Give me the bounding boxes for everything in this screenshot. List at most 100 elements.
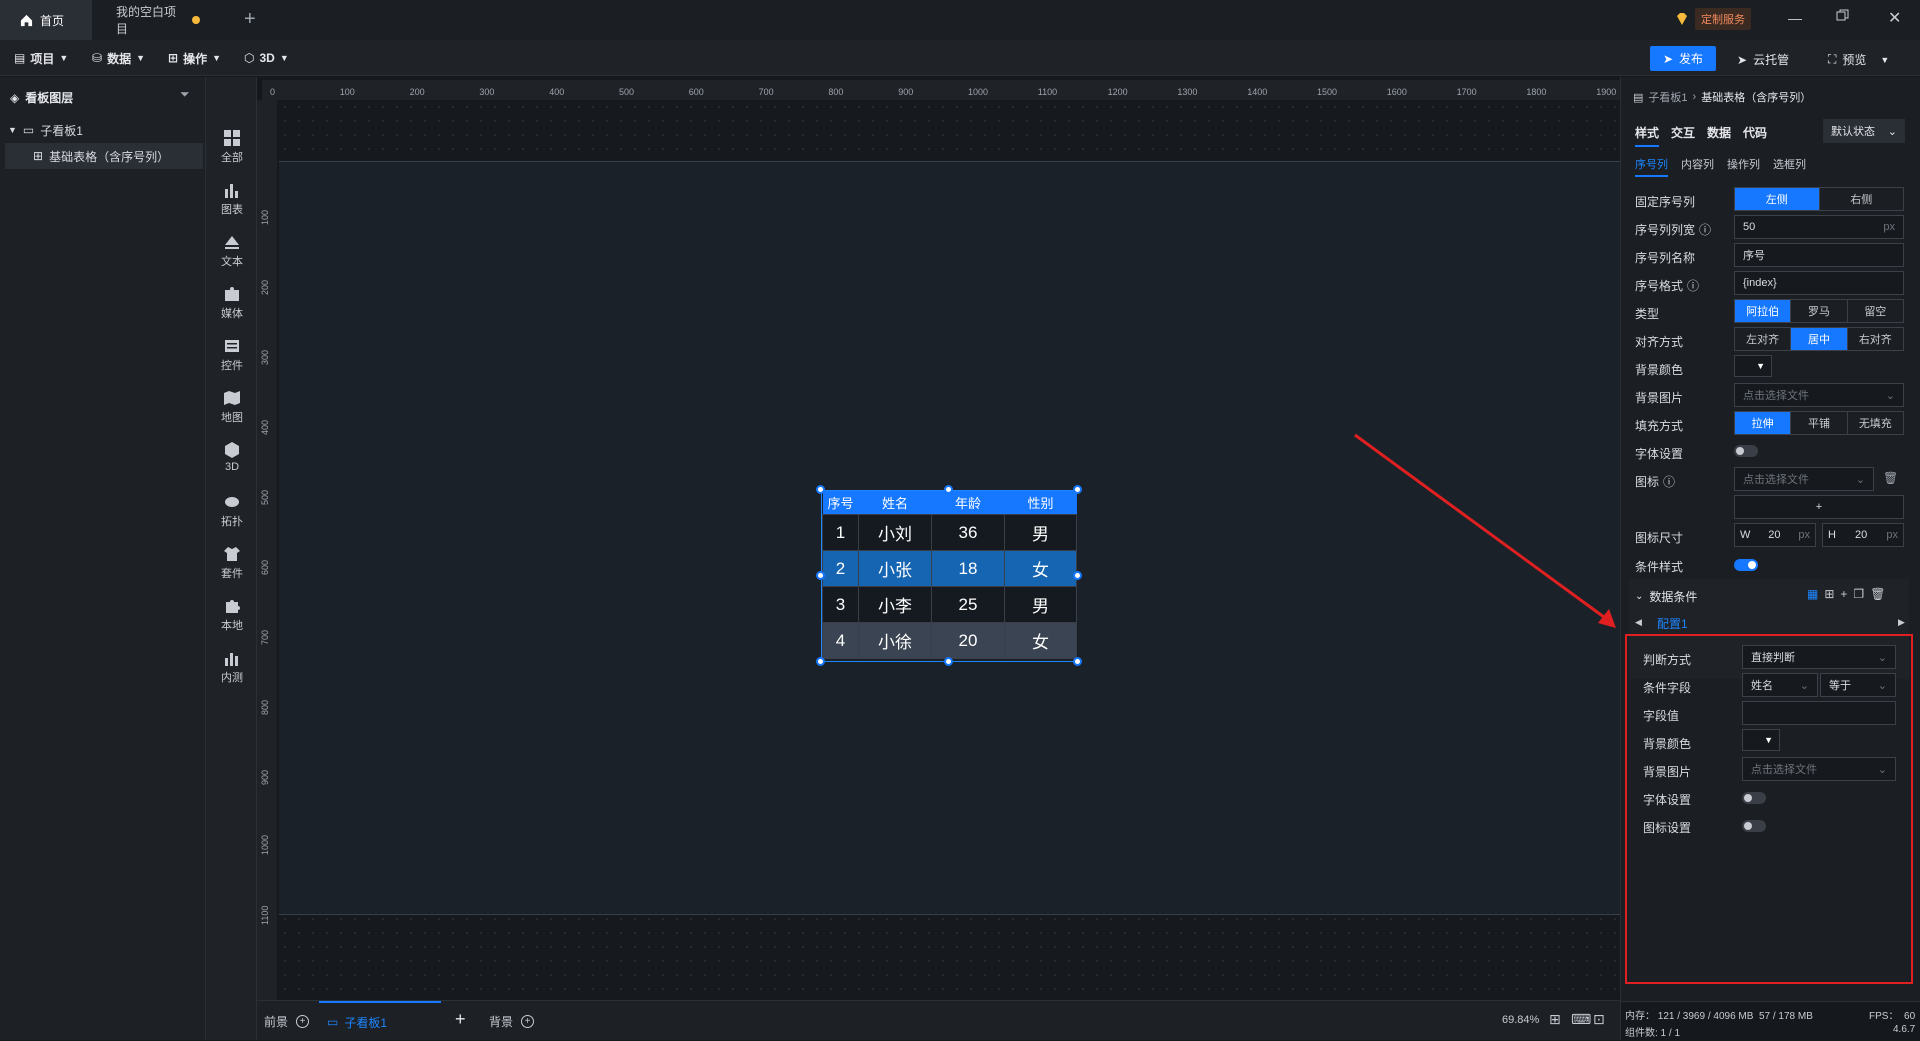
resize-handle[interactable] <box>816 657 825 666</box>
preview-button[interactable]: ⛶ 预览 ▼ <box>1828 51 1889 68</box>
width-input[interactable]: 50 px <box>1734 215 1904 239</box>
help-icon[interactable]: ⓘ <box>1687 277 1699 294</box>
keyboard-icon[interactable]: ⌨ <box>1571 1011 1591 1028</box>
type-arabic[interactable]: 阿拉伯 <box>1735 300 1792 322</box>
tab-data[interactable]: 数据 <box>1707 124 1731 147</box>
type-toggle[interactable]: 阿拉伯 罗马 留空 <box>1734 299 1904 323</box>
menu-data[interactable]: ⛁ 数据 ▼ <box>92 40 145 76</box>
tab-code[interactable]: 代码 <box>1743 124 1767 147</box>
resize-handle[interactable] <box>816 485 825 494</box>
cond-toggle[interactable] <box>1734 559 1758 571</box>
align-center[interactable]: 居中 <box>1791 328 1848 350</box>
table-row[interactable]: 2 小张 18 女 <box>822 550 1077 587</box>
plus-icon[interactable]: + <box>1840 587 1847 601</box>
copy-icon[interactable]: ❐ <box>1853 587 1864 601</box>
restore-icon[interactable] <box>1836 9 1849 25</box>
comp-chart[interactable]: 图表 <box>206 181 258 217</box>
icon-height-input[interactable]: H 20 px <box>1822 523 1904 547</box>
breadcrumb-parent[interactable]: 子看板1 <box>1648 89 1687 105</box>
config-tab[interactable]: 配置1 <box>1651 613 1694 636</box>
menu-project[interactable]: ▤ 项目 ▼ <box>14 40 68 76</box>
publish-button[interactable]: ➤ 发布 <box>1650 46 1716 71</box>
tab-interaction[interactable]: 交互 <box>1671 124 1695 147</box>
fix-toggle[interactable]: 左侧 右侧 <box>1734 187 1904 211</box>
layer-board[interactable]: ▼ ▭ 子看板1 <box>0 117 205 143</box>
bgcolor-picker[interactable]: ▼ <box>1734 355 1772 377</box>
layer-item[interactable]: ⊞ 基础表格（含序号列） <box>5 143 203 169</box>
bgimg-select[interactable]: 点击选择文件 ⌄ <box>1734 383 1904 407</box>
menu-3d[interactable]: ⬡ 3D ▼ <box>244 40 289 76</box>
add-board-button[interactable]: + <box>455 1009 466 1030</box>
help-icon[interactable]: ⓘ <box>1663 473 1675 490</box>
align-toggle[interactable]: 左对齐 居中 右对齐 <box>1734 327 1904 351</box>
zoom-level[interactable]: 69.84% <box>1502 1014 1539 1026</box>
fix-left[interactable]: 左侧 <box>1735 188 1820 210</box>
table-row[interactable]: 3 小李 25 男 <box>822 586 1077 623</box>
plus-circle-icon[interactable]: + <box>521 1015 535 1028</box>
resize-handle[interactable] <box>816 571 825 580</box>
format-input[interactable]: {index} <box>1734 271 1904 295</box>
subtab-content-column[interactable]: 内容列 <box>1681 159 1714 171</box>
comp-topology[interactable]: 拓扑 <box>206 493 258 529</box>
fit-icon[interactable]: ⊞ <box>1549 1011 1561 1028</box>
tab-project[interactable]: 我的空白项目 <box>96 0 220 40</box>
fill-tile[interactable]: 平铺 <box>1791 412 1848 434</box>
fill-toggle[interactable]: 拉伸 平铺 无填充 <box>1734 411 1904 435</box>
fill-none[interactable]: 无填充 <box>1848 412 1903 434</box>
close-icon[interactable]: ✕ <box>1888 8 1901 28</box>
table-component[interactable]: 序号 姓名 年龄 性别 1 小刘 36 男 2 小张 18 女 3 小李 25 男 4 小徐 20 女 <box>821 490 1077 662</box>
tab-style[interactable]: 样式 <box>1635 124 1660 147</box>
name-input[interactable]: 序号 <box>1734 243 1904 267</box>
minimize-icon[interactable]: — <box>1788 10 1802 26</box>
subtab-action-column[interactable]: 操作列 <box>1727 159 1760 171</box>
trash-icon[interactable]: 🗑 <box>1883 471 1898 485</box>
subtab-checkbox-column[interactable]: 选框列 <box>1773 159 1806 171</box>
state-select[interactable]: 默认状态 ⌄ <box>1823 119 1905 143</box>
icon-select[interactable]: 点击选择文件 ⌄ <box>1734 467 1874 491</box>
plus-circle-icon[interactable]: + <box>296 1015 310 1028</box>
prev-arrow-icon[interactable]: ◀ <box>1635 617 1642 628</box>
type-roman[interactable]: 罗马 <box>1791 300 1848 322</box>
comp-control[interactable]: 控件 <box>206 337 258 373</box>
comp-map[interactable]: 地图 <box>206 389 258 425</box>
trash-icon[interactable]: 🗑 <box>1870 587 1885 601</box>
comp-local[interactable]: 本地 <box>206 597 258 633</box>
tab-home[interactable]: 首页 <box>0 0 92 40</box>
icon-width-input[interactable]: W 20 px <box>1734 523 1816 547</box>
board-tab[interactable]: ▭ 子看板1 <box>319 1001 441 1041</box>
menu-operate[interactable]: ⊞ 操作 ▼ <box>168 40 221 76</box>
align-left[interactable]: 左对齐 <box>1735 328 1792 350</box>
comp-beta[interactable]: 内测 <box>206 649 258 685</box>
comp-suite[interactable]: 套件 <box>206 545 258 581</box>
resize-handle[interactable] <box>1073 485 1082 494</box>
new-tab-button[interactable]: + <box>244 8 256 31</box>
next-arrow-icon[interactable]: ▶ <box>1898 617 1905 628</box>
resize-handle[interactable] <box>944 657 953 666</box>
resize-handle[interactable] <box>1073 657 1082 666</box>
filter-icon[interactable]: ⏷ <box>180 87 190 102</box>
add-icon-button[interactable]: + <box>1734 495 1904 519</box>
comp-text[interactable]: 文本 <box>206 233 258 269</box>
terminal-icon[interactable]: ⊡ <box>1593 1011 1605 1028</box>
layout-icon[interactable]: ⊞ <box>1824 587 1834 601</box>
fix-right[interactable]: 右侧 <box>1820 188 1904 210</box>
table-row[interactable]: 1 小刘 36 男 <box>822 514 1077 551</box>
resize-handle[interactable] <box>944 485 953 494</box>
table-icon[interactable]: ▦ <box>1807 587 1818 601</box>
fill-stretch[interactable]: 拉伸 <box>1735 412 1792 434</box>
table-row[interactable]: 4 小徐 20 女 <box>822 622 1077 659</box>
background-tab[interactable]: 背景 + <box>489 1013 535 1030</box>
comp-media[interactable]: 媒体 <box>206 285 258 321</box>
help-icon[interactable]: ⓘ <box>1699 221 1711 238</box>
resize-handle[interactable] <box>1073 571 1082 580</box>
comp-all[interactable]: 全部 <box>206 129 258 165</box>
data-condition-title[interactable]: ⌄ 数据条件 <box>1635 588 1697 605</box>
font-toggle[interactable] <box>1734 445 1758 457</box>
cloud-button[interactable]: ➤ 云托管 <box>1737 51 1789 68</box>
custom-service-button[interactable]: 定制服务 <box>1675 8 1751 30</box>
subtab-index-column[interactable]: 序号列 <box>1635 159 1668 177</box>
align-right[interactable]: 右对齐 <box>1848 328 1903 350</box>
type-blank[interactable]: 留空 <box>1848 300 1903 322</box>
foreground-tab[interactable]: 前景 + <box>264 1013 310 1030</box>
comp-3d[interactable]: 3D <box>206 441 258 473</box>
